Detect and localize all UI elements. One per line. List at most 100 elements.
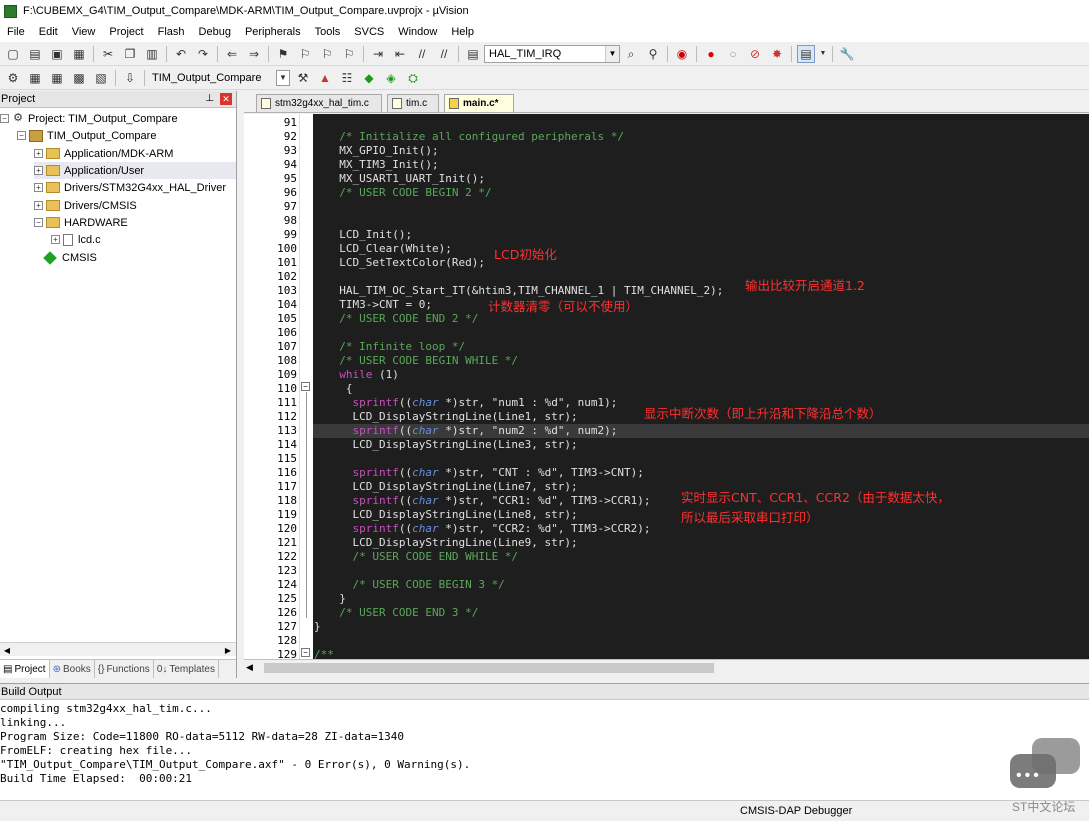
menu-help[interactable]: Help — [444, 26, 481, 38]
tree-item-file[interactable]: + lcd.c — [51, 231, 101, 248]
scroll-left-icon[interactable]: ◀ — [1, 644, 13, 656]
tab-tim-c[interactable]: tim.c — [387, 94, 439, 112]
menu-debug[interactable]: Debug — [192, 26, 238, 38]
comment-icon[interactable]: // — [413, 45, 431, 63]
menu-project[interactable]: Project — [102, 26, 150, 38]
collapse-icon[interactable]: − — [34, 218, 43, 227]
scroll-right-icon[interactable]: ▶ — [222, 644, 234, 656]
scroll-left-icon[interactable]: ◀ — [246, 662, 253, 673]
collapse-icon[interactable]: − — [0, 114, 9, 123]
expand-icon[interactable]: + — [34, 183, 43, 192]
kill-breakpoints-icon[interactable]: ✸ — [768, 45, 786, 63]
expand-icon[interactable]: + — [34, 166, 43, 175]
indent-icon[interactable]: ⇥ — [369, 45, 387, 63]
unindent-icon[interactable]: ⇤ — [391, 45, 409, 63]
configure-icon[interactable]: 🔧 — [838, 45, 856, 63]
batch-build-icon[interactable]: ▩ — [70, 69, 88, 87]
scrollbar-thumb[interactable] — [264, 663, 714, 673]
find-icon[interactable]: ⌕ — [622, 45, 640, 63]
expand-icon[interactable]: + — [34, 201, 43, 210]
new-file-icon[interactable]: ▢ — [4, 45, 22, 63]
tab-project[interactable]: ▤ Project — [0, 660, 50, 678]
redo-icon[interactable]: ↷ — [194, 45, 212, 63]
expand-icon[interactable]: + — [34, 149, 43, 158]
pin-icon[interactable]: ⊥ — [205, 93, 214, 104]
build-icon[interactable]: ▦ — [26, 69, 44, 87]
nav-back-icon[interactable]: ⇐ — [223, 45, 241, 63]
rebuild-icon[interactable]: ▦ — [48, 69, 66, 87]
menu-edit[interactable]: Edit — [32, 26, 65, 38]
manage-project-icon[interactable]: ▲ — [316, 69, 334, 87]
incremental-find-icon[interactable]: ⚲ — [644, 45, 662, 63]
find-in-files-icon[interactable]: ▤ — [464, 45, 482, 63]
next-bookmark-icon[interactable]: ⚐ — [318, 45, 336, 63]
tree-item-group[interactable]: + Application/User — [34, 162, 236, 179]
stop-build-icon[interactable]: ▧ — [92, 69, 110, 87]
bookmark-icon[interactable]: ⚑ — [274, 45, 292, 63]
menu-peripherals[interactable]: Peripherals — [238, 26, 308, 38]
save-all-icon[interactable]: ▦ — [70, 45, 88, 63]
type-token: char — [412, 396, 439, 409]
tree-item-target[interactable]: − TIM_Output_Compare — [17, 127, 156, 144]
toolbar-separator — [791, 45, 792, 62]
find-combo[interactable]: HAL_TIM_IRQ ▼ — [484, 44, 620, 63]
open-folder-icon[interactable]: ▤ — [26, 45, 44, 63]
tab-stm32g4xx-hal-tim-c[interactable]: stm32g4xx_hal_tim.c — [256, 94, 382, 112]
code-line: /** — [314, 648, 334, 659]
download-icon[interactable]: ⇩ — [121, 69, 139, 87]
chevron-down-icon[interactable]: ▼ — [819, 45, 827, 63]
cut-icon[interactable]: ✂ — [99, 45, 117, 63]
fold-collapse-icon[interactable]: − — [301, 648, 310, 657]
collapse-icon[interactable]: − — [17, 131, 26, 140]
close-icon[interactable]: ✕ — [220, 93, 232, 105]
paste-icon[interactable]: ▥ — [143, 45, 161, 63]
disable-breakpoints-icon[interactable]: ⊘ — [746, 45, 764, 63]
chevron-down-icon[interactable]: ▼ — [276, 69, 290, 86]
menu-view[interactable]: View — [65, 26, 103, 38]
window-layout-icon[interactable]: ▤ — [797, 44, 815, 63]
insert-breakpoint-icon[interactable]: ● — [702, 45, 720, 63]
save-icon[interactable]: ▣ — [48, 45, 66, 63]
code-editor[interactable]: 91 92 93 94 95 96 97 98 99 100 101 102 1… — [244, 114, 1089, 659]
fold-collapse-icon[interactable]: − — [301, 382, 310, 391]
tree-item-group[interactable]: + Application/MDK-ARM — [34, 145, 173, 162]
prev-bookmark-icon[interactable]: ⚐ — [296, 45, 314, 63]
chevron-down-icon[interactable]: ▼ — [605, 45, 619, 62]
bubble-dots: ••• — [1016, 767, 1042, 784]
undo-icon[interactable]: ↶ — [172, 45, 190, 63]
tree-item-group[interactable]: + Drivers/CMSIS — [34, 197, 137, 214]
tree-item-group[interactable]: + Drivers/STM32G4xx_HAL_Driver — [34, 179, 226, 196]
tab-main-c[interactable]: main.c* — [444, 94, 514, 112]
folder-icon — [46, 182, 60, 193]
start-debug-icon[interactable]: ◉ — [673, 45, 691, 63]
tab-templates[interactable]: 0↓ Templates — [154, 660, 219, 678]
menu-svcs[interactable]: SVCS — [347, 26, 391, 38]
tree-item-group[interactable]: − HARDWARE — [34, 214, 128, 231]
menu-flash[interactable]: Flash — [151, 26, 192, 38]
target-options-icon[interactable]: ⚒ — [294, 69, 312, 87]
menu-file[interactable]: File — [0, 26, 32, 38]
menu-tools[interactable]: Tools — [308, 26, 348, 38]
manage-rte-icon[interactable]: ◈ — [382, 69, 400, 87]
menu-window[interactable]: Window — [391, 26, 444, 38]
enable-breakpoint-icon[interactable]: ○ — [724, 45, 742, 63]
keyword-token: sprintf — [352, 396, 399, 409]
copy-icon[interactable]: ❐ — [121, 45, 139, 63]
run-time-environment-icon[interactable]: ⛭ — [404, 69, 422, 87]
clear-bookmarks-icon[interactable]: ⚐ — [340, 45, 358, 63]
nav-forward-icon[interactable]: ⇒ — [245, 45, 263, 63]
uncomment-icon[interactable]: // — [435, 45, 453, 63]
tree-item-cmsis[interactable]: CMSIS — [43, 249, 97, 266]
code-token: (1) — [372, 368, 399, 381]
project-horizontal-scrollbar[interactable]: ◀ ▶ — [0, 642, 236, 656]
target-combo[interactable]: TIM_Output_Compare — [148, 69, 274, 87]
pack-installer-icon[interactable]: ◆ — [360, 69, 378, 87]
tab-books[interactable]: ⊛ Books — [50, 660, 95, 678]
translate-icon[interactable]: ⚙ — [4, 69, 22, 87]
select-packs-icon[interactable]: ☷ — [338, 69, 356, 87]
editor-horizontal-scrollbar[interactable]: ◀ — [244, 659, 1089, 676]
expand-icon[interactable]: + — [51, 235, 60, 244]
build-output-panel[interactable]: compiling stm32g4xx_hal_tim.c... linking… — [0, 700, 1089, 800]
tab-functions[interactable]: {} Functions — [95, 660, 154, 678]
tree-item-project-root[interactable]: − ⚙ Project: TIM_Output_Compare — [0, 110, 178, 127]
